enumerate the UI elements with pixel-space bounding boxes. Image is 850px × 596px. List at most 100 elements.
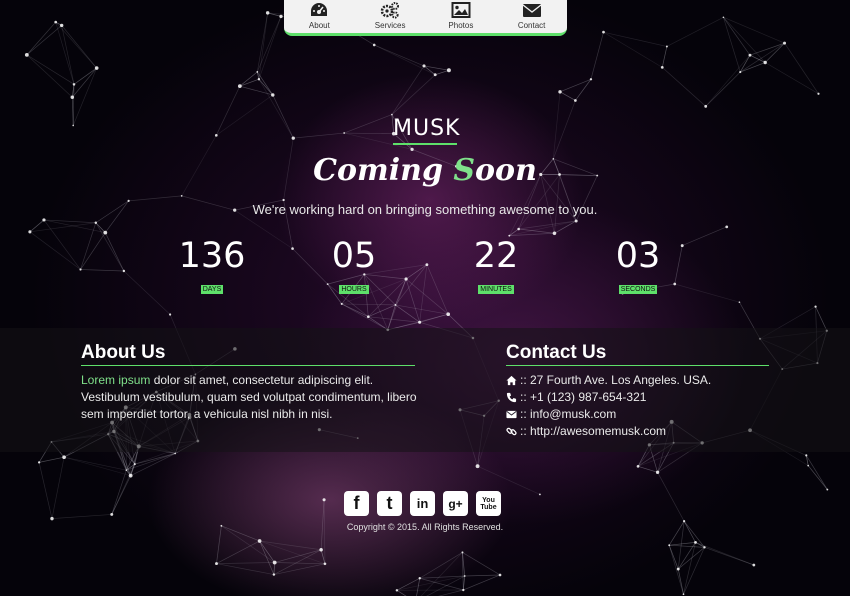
constellation-line bbox=[661, 46, 668, 68]
countdown-value: 05 bbox=[331, 236, 377, 276]
star-dot bbox=[517, 227, 520, 231]
constellation-line bbox=[723, 17, 766, 63]
constellation-line bbox=[61, 25, 75, 85]
google-plus-button[interactable]: g+ bbox=[443, 491, 468, 516]
about-highlight-link[interactable]: Lorem ipsum bbox=[81, 373, 150, 387]
star-dot bbox=[461, 551, 464, 554]
constellation-line bbox=[256, 12, 269, 72]
constellation-line bbox=[603, 31, 663, 68]
constellation-line bbox=[740, 42, 785, 73]
constellation-line bbox=[374, 44, 436, 76]
star-dot bbox=[257, 539, 262, 543]
constellation-line bbox=[51, 514, 112, 519]
about-title: About Us bbox=[81, 342, 415, 366]
constellation-line bbox=[668, 545, 684, 595]
star-dot bbox=[72, 124, 75, 127]
countdown-days: 136 DAYS bbox=[162, 234, 262, 296]
star-dot bbox=[62, 455, 66, 460]
star-dot bbox=[103, 230, 108, 235]
constellation-line bbox=[637, 465, 658, 473]
constellation-line bbox=[739, 54, 751, 73]
constellation-line bbox=[723, 17, 741, 73]
constellation-line bbox=[419, 552, 463, 579]
constellation-line bbox=[341, 303, 388, 331]
constellation-line bbox=[63, 456, 131, 477]
linkedin-button[interactable]: in bbox=[410, 491, 435, 516]
social-links: f t in g+ You Tube bbox=[344, 491, 501, 516]
star-dot bbox=[404, 277, 408, 281]
constellation-line bbox=[274, 549, 322, 563]
nav-label: About bbox=[308, 21, 330, 30]
star-dot bbox=[589, 78, 593, 81]
star-dot bbox=[125, 469, 128, 472]
star-dot bbox=[72, 83, 76, 86]
facebook-button[interactable]: f bbox=[344, 491, 369, 516]
constellation-line bbox=[807, 465, 828, 490]
nav-item-photos[interactable]: Photos bbox=[429, 0, 493, 33]
contact-website[interactable]: :: http://awesomemusk.com bbox=[506, 423, 776, 440]
constellation-line bbox=[258, 79, 294, 139]
constellation-line bbox=[405, 278, 420, 323]
constellation-line bbox=[128, 195, 182, 202]
constellation-line bbox=[344, 114, 393, 134]
constellation-line bbox=[216, 563, 274, 575]
constellation-line bbox=[341, 303, 396, 306]
contact-text: :: +1 (123) 987-654-321 bbox=[520, 390, 647, 404]
twitter-button[interactable]: t bbox=[377, 491, 402, 516]
constellation-line bbox=[29, 231, 81, 270]
nav-item-about[interactable]: About bbox=[287, 0, 351, 33]
star-dot bbox=[725, 225, 729, 229]
constellation-line bbox=[784, 42, 819, 94]
star-dot bbox=[418, 320, 422, 324]
nav-item-contact[interactable]: Contact bbox=[500, 0, 564, 33]
constellation-line bbox=[682, 226, 727, 246]
constellation-line bbox=[51, 457, 65, 519]
constellation-line bbox=[80, 222, 97, 270]
star-dot bbox=[446, 68, 451, 73]
star-dot bbox=[272, 560, 277, 565]
constellation-line bbox=[666, 16, 724, 47]
star-dot bbox=[763, 60, 767, 65]
dashboard-icon bbox=[311, 3, 328, 16]
star-dot bbox=[694, 540, 697, 544]
star-dot bbox=[783, 41, 787, 45]
nav-label: Contact bbox=[517, 21, 546, 30]
star-dot bbox=[807, 464, 810, 467]
constellation-line bbox=[26, 54, 73, 98]
contact-email[interactable]: :: info@musk.com bbox=[506, 406, 776, 423]
nav-item-services[interactable]: Services bbox=[358, 0, 422, 33]
star-dot bbox=[826, 488, 829, 491]
about-text: Lorem ipsum dolor sit amet, consectetur … bbox=[81, 372, 426, 423]
constellation-line bbox=[695, 542, 754, 566]
headline-part: oon bbox=[475, 153, 537, 188]
constellation-line bbox=[258, 16, 282, 80]
constellation-line bbox=[683, 547, 705, 595]
constellation-line bbox=[274, 562, 325, 565]
envelope-icon bbox=[522, 4, 542, 17]
star-dot bbox=[50, 516, 54, 521]
star-dot bbox=[682, 593, 685, 596]
picture-icon bbox=[451, 2, 471, 18]
constellation-line bbox=[273, 549, 322, 575]
constellation-line bbox=[258, 78, 274, 96]
star-dot bbox=[94, 66, 99, 70]
youtube-icon: You Tube bbox=[480, 496, 497, 511]
constellation-line bbox=[239, 78, 260, 87]
constellation-line bbox=[104, 232, 125, 272]
youtube-button[interactable]: You Tube bbox=[476, 491, 501, 516]
constellation-line bbox=[216, 562, 275, 564]
countdown-seconds: 03 SECONDS bbox=[588, 234, 688, 296]
star-dot bbox=[169, 313, 172, 316]
contact-text: :: http://awesomemusk.com bbox=[520, 424, 667, 438]
constellation-line bbox=[273, 563, 326, 575]
star-dot bbox=[174, 452, 176, 455]
star-dot bbox=[28, 230, 32, 234]
countdown-label: SECONDS bbox=[618, 285, 658, 294]
constellation-line bbox=[426, 264, 449, 315]
constellation-line bbox=[215, 86, 241, 136]
countdown-value: 136 bbox=[178, 236, 246, 276]
phone-icon bbox=[506, 392, 517, 403]
constellation-line bbox=[258, 12, 269, 80]
star-dot bbox=[215, 562, 218, 566]
constellation-line bbox=[749, 42, 785, 56]
